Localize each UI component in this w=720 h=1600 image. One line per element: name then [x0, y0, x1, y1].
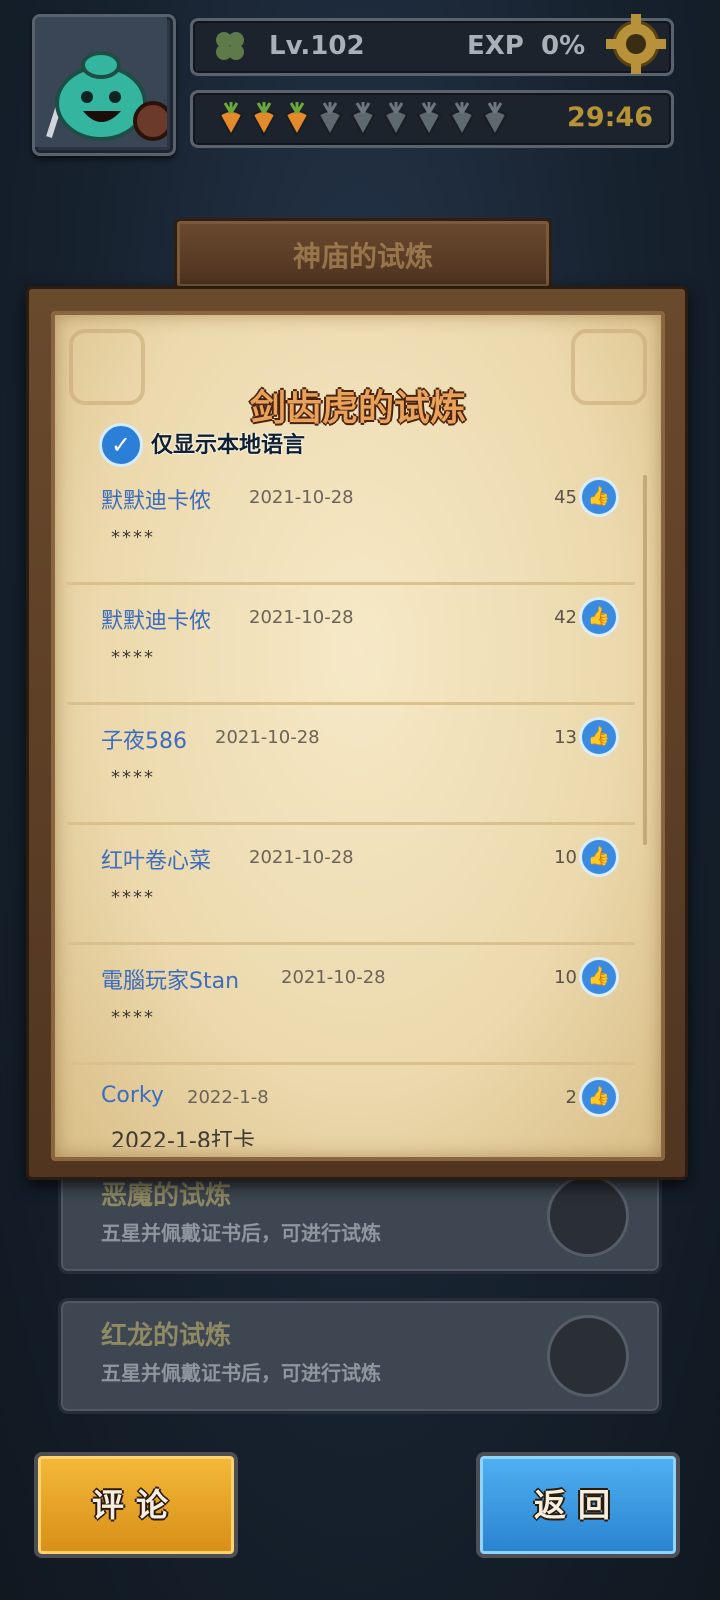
comment-text: 2022-1-8打卡	[111, 1129, 255, 1147]
comment-date: 2021-10-28	[215, 727, 320, 748]
exp-value: 0%	[541, 31, 586, 61]
level-label: Lv.102	[269, 31, 365, 61]
comment-user[interactable]: 子夜586	[101, 723, 187, 755]
trial-subtitle: 五星并佩戴证书后，可进行试炼	[101, 1221, 381, 1245]
carrot-empty-icon	[416, 102, 442, 138]
comments-modal: 剑齿虎的试炼 ✓ 仅显示本地语言 默默迪卡侬 2021-10-28 45 👍 *…	[26, 286, 688, 1180]
carrot-empty-icon	[350, 102, 376, 138]
comment-row: 红叶卷心菜 2021-10-28 10 👍 ****	[67, 825, 635, 945]
trial-title: 恶魔的试炼	[101, 1181, 232, 1211]
trial-subtitle: 五星并佩戴证书后，可进行试炼	[101, 1361, 381, 1385]
thumbs-up-icon[interactable]: 👍	[579, 717, 619, 757]
comment-row: 默默迪卡侬 2021-10-28 45 👍 ****	[67, 465, 635, 585]
banner-title: 神庙的试炼	[292, 240, 433, 273]
carrot-icon	[251, 102, 277, 138]
carrot-empty-icon	[317, 102, 343, 138]
comment-user[interactable]: 红叶卷心菜	[101, 843, 211, 875]
comment-row: 電腦玩家Stan 2021-10-28 10 👍 ****	[67, 945, 635, 1065]
like-count: 45	[554, 487, 577, 508]
thumbs-up-icon[interactable]: 👍	[579, 837, 619, 877]
energy-icons	[215, 101, 545, 138]
comment-list[interactable]: 默默迪卡侬 2021-10-28 45 👍 **** 默默迪卡侬 2021-10…	[67, 465, 635, 1147]
energy-timer: 29:46	[567, 102, 653, 133]
comment-text: ****	[111, 1007, 155, 1028]
local-language-filter-label[interactable]: 仅显示本地语言	[151, 427, 305, 459]
like-count: 10	[554, 967, 577, 988]
player-avatar[interactable]	[32, 14, 176, 156]
exp-label: EXP	[467, 31, 524, 61]
level-bar: Lv.102 EXP 0%	[190, 18, 674, 76]
like-count: 10	[554, 847, 577, 868]
clover-icon	[216, 32, 244, 60]
carrot-empty-icon	[383, 102, 409, 138]
comments-paper: 剑齿虎的试炼 ✓ 仅显示本地语言 默默迪卡侬 2021-10-28 45 👍 *…	[51, 311, 665, 1161]
checkbox-checked-icon[interactable]: ✓	[99, 423, 143, 467]
trial-title: 红龙的试炼	[101, 1321, 232, 1351]
carrot-icon	[218, 102, 244, 138]
comment-text: ****	[111, 887, 155, 908]
comment-date: 2021-10-28	[249, 847, 354, 868]
comment-date: 2021-10-28	[249, 607, 354, 628]
comment-date: 2021-10-28	[249, 487, 354, 508]
comment-text: ****	[111, 767, 155, 788]
comment-row: 子夜586 2021-10-28 13 👍 ****	[67, 705, 635, 825]
comment-button[interactable]: 评论	[34, 1452, 238, 1558]
modal-title: 剑齿虎的试炼	[249, 388, 466, 429]
thumbs-up-icon[interactable]: 👍	[579, 477, 619, 517]
comment-row: 默默迪卡侬 2021-10-28 42 👍 ****	[67, 585, 635, 705]
comment-user[interactable]: 默默迪卡侬	[101, 603, 211, 635]
thumbs-up-icon[interactable]: 👍	[579, 597, 619, 637]
trial-red-dragon[interactable]: 红龙的试炼 五星并佩戴证书后，可进行试炼	[58, 1298, 662, 1414]
comment-row: Corky 2022-1-8 2 👍 2022-1-8打卡	[67, 1065, 635, 1147]
comment-user[interactable]: Corky	[101, 1083, 164, 1108]
back-button[interactable]: 返回	[476, 1452, 680, 1558]
demon-icon	[547, 1175, 629, 1257]
carrot-empty-icon	[449, 102, 475, 138]
like-count: 42	[554, 607, 577, 628]
comment-scrollbar[interactable]	[643, 475, 647, 845]
like-count: 2	[565, 1087, 577, 1108]
slime-avatar-icon	[35, 17, 173, 147]
thumbs-up-icon[interactable]: 👍	[579, 1077, 619, 1117]
dragon-icon	[547, 1315, 629, 1397]
carrot-icon	[284, 102, 310, 138]
comment-user[interactable]: 默默迪卡侬	[101, 483, 211, 515]
comment-text: ****	[111, 647, 155, 668]
settings-gear-icon[interactable]	[604, 12, 668, 76]
comment-text: ****	[111, 527, 155, 548]
energy-bar: 29:46	[190, 90, 674, 148]
temple-banner: 神庙的试炼	[174, 218, 552, 290]
comment-date: 2022-1-8	[187, 1087, 269, 1108]
carrot-empty-icon	[482, 102, 508, 138]
like-count: 13	[554, 727, 577, 748]
comment-date: 2021-10-28	[281, 967, 386, 988]
comment-user[interactable]: 電腦玩家Stan	[101, 963, 239, 995]
thumbs-up-icon[interactable]: 👍	[579, 957, 619, 997]
